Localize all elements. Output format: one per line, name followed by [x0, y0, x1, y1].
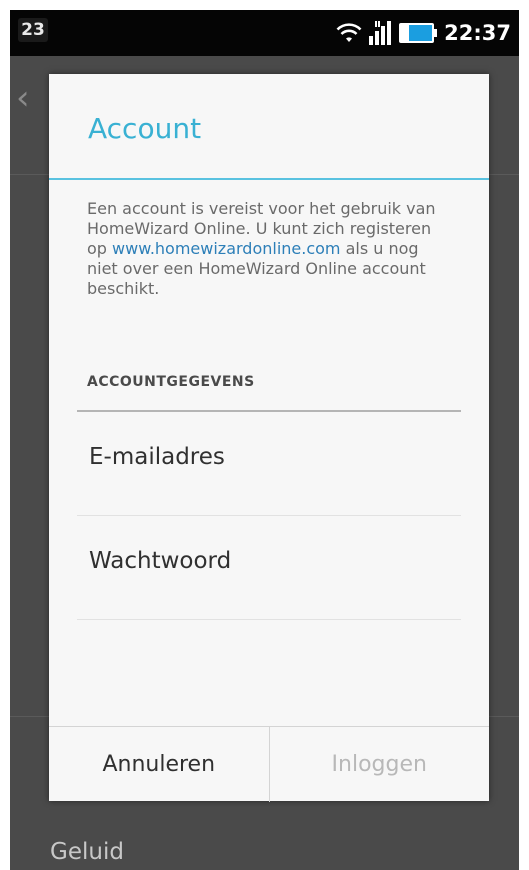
back-chevron-icon: ‹ — [16, 78, 30, 118]
field-divider — [77, 619, 461, 620]
status-icons: 22:37 — [336, 18, 511, 48]
battery-icon — [398, 21, 438, 45]
dialog-button-bar: Annuleren Inloggen — [49, 726, 489, 802]
dialog-title: Account — [88, 112, 202, 145]
notification-count-badge: 23 — [18, 18, 48, 42]
password-field[interactable]: Wachtwoord — [77, 516, 461, 620]
password-field-label: Wachtwoord — [89, 548, 232, 574]
screenshot-frame: 23 22:37 ‹ Geluid Account Een account is… — [0, 0, 529, 870]
signal-icon — [368, 20, 392, 46]
status-bar: 23 22:37 — [10, 10, 519, 56]
phone-screen: 23 22:37 ‹ Geluid Account Een account is… — [10, 10, 519, 870]
email-field-label: E-mailadres — [89, 444, 225, 470]
wifi-icon — [336, 22, 362, 44]
account-dialog: Account Een account is vereist voor het … — [49, 74, 489, 802]
email-field[interactable]: E-mailadres — [77, 412, 461, 516]
register-link[interactable]: www.homewizardonline.com — [112, 239, 340, 258]
title-divider — [49, 178, 489, 180]
background-setting-label: Geluid — [50, 839, 124, 865]
intro-text: Een account is vereist voor het gebruik … — [87, 199, 447, 299]
status-time: 22:37 — [444, 21, 511, 45]
login-button[interactable]: Inloggen — [270, 727, 490, 802]
cancel-button[interactable]: Annuleren — [49, 727, 270, 802]
section-header: ACCOUNTGEGEVENS — [87, 374, 255, 390]
